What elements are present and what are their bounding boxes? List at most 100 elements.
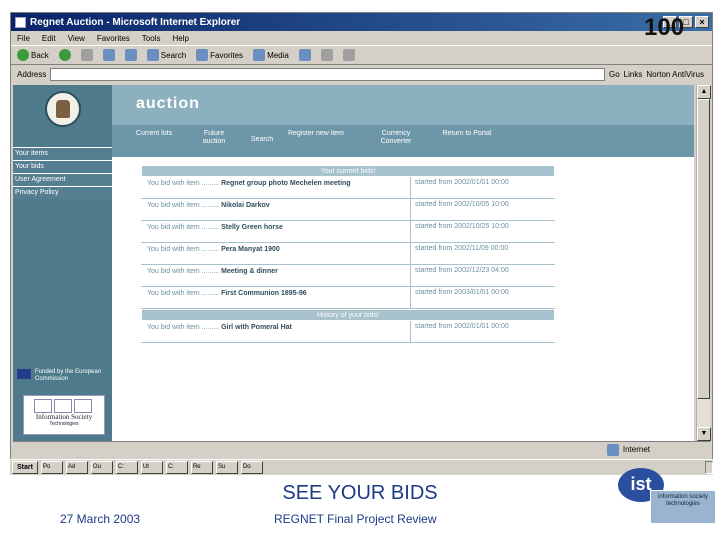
task-button[interactable]: Do [240,461,263,474]
window-title: Regnet Auction - Microsoft Internet Expl… [30,16,241,28]
menu-bar: File Edit View Favorites Tools Help [11,31,712,45]
menu-tools[interactable]: Tools [142,34,161,43]
task-button[interactable]: C: [165,461,188,474]
bid-item-link[interactable]: Regnet group photo Mechelen meeting [221,180,351,187]
search-button[interactable]: Search [146,49,187,61]
links-button[interactable]: Links [624,70,643,79]
sidebar-item-user-agreement[interactable]: User Agreement [13,173,112,186]
print-icon[interactable] [342,49,355,61]
search-label: Search [160,50,187,60]
bid-item-link[interactable]: Girl with Pomeral Hat [221,324,292,331]
eu-funding-note: Funded by the European Commission [35,369,102,382]
bid-prefix: You bid with item ......... [147,202,220,209]
bid-item: You bid with item ......... Nikolai Dark… [141,199,411,220]
status-bar: Internet [13,441,710,457]
media-label: Media [267,50,289,60]
web-page: Your items Your bids User Agreement Priv… [13,85,694,441]
menu-view[interactable]: View [68,34,85,43]
menu-file[interactable]: File [17,34,30,43]
sidebar-item-privacy-policy[interactable]: Privacy Policy [13,186,112,199]
media-button[interactable]: Media [253,49,289,61]
stop-icon[interactable] [80,49,93,61]
table-row: You bid with item ......... Regnet group… [141,177,555,199]
go-button[interactable]: Go [609,70,620,79]
nav-register-new-item[interactable]: Register new item [284,130,348,138]
page-header: auction [112,85,694,125]
nav-currency-converter[interactable]: Currency Converter [368,130,424,146]
address-label: Address [17,69,47,79]
forward-arrow-icon[interactable] [58,49,71,61]
back-button[interactable]: Back [17,49,49,61]
scroll-thumb[interactable] [697,99,710,399]
ie-icon [15,16,26,28]
task-button[interactable]: Po [40,461,63,474]
presentation-slide: Regnet Auction - Microsoft Internet Expl… [0,0,720,540]
sidebar-item-your-items[interactable]: Your items [13,147,112,160]
bid-item-link[interactable]: Nikolai Darkov [221,202,270,209]
nav-current-lots[interactable]: Current lots [132,130,176,138]
address-field[interactable] [50,67,605,81]
star-icon [196,49,209,61]
ist-banner-sub: Technologies [49,421,79,427]
nav-return-to-portal[interactable]: Return to Portal [442,130,492,138]
menu-help[interactable]: Help [172,34,188,43]
title-bar: Regnet Auction - Microsoft Internet Expl… [11,13,712,31]
bid-item: You bid with item ......... Meeting & di… [141,265,411,286]
bid-item: You bid with item ......... Pera Manyat … [141,243,411,264]
bid-started: started from 2003/01/01 00:00 [415,289,509,296]
back-label: Back [31,50,49,60]
task-button[interactable]: Ou [90,461,113,474]
bid-item: You bid with item ......... Girl with Po… [141,321,411,342]
table-row: You bid with item ......... Nikolai Dark… [141,199,555,221]
table-row: You bid with item ......... Girl with Po… [141,321,555,343]
favorites-label: Favorites [210,50,244,60]
browser-window: Regnet Auction - Microsoft Internet Expl… [10,12,713,460]
bid-item-link[interactable]: Stelly Green horse [221,224,283,231]
globe-icon [606,443,619,456]
home-icon[interactable] [124,49,137,61]
toolbar: Back Search Favorites Media [11,45,712,65]
bid-prefix: You bid with item ......... [147,268,220,275]
start-button[interactable]: Start [12,461,38,474]
status-zone: Internet [622,445,650,454]
menu-favorites[interactable]: Favorites [97,34,130,43]
scroll-up-icon[interactable]: ▲ [697,85,711,99]
refresh-icon[interactable] [102,49,115,61]
bid-item-link[interactable]: Pera Manyat 1900 [221,246,280,253]
history-icon[interactable] [298,49,311,61]
ist-pictograms [24,396,104,413]
task-button[interactable]: Ut [140,461,163,474]
back-arrow-icon [17,49,29,61]
bid-item-link[interactable]: Meeting & dinner [221,268,278,275]
task-button[interactable]: Re [190,461,213,474]
scroll-down-icon[interactable]: ▼ [697,427,711,441]
table-row: You bid with item ......... Meeting & di… [141,265,555,287]
task-button[interactable]: Ad [65,461,88,474]
table-row: You bid with item ......... Pera Manyat … [141,243,555,265]
sidebar-item-your-bids[interactable]: Your bids [13,160,112,173]
close-button[interactable]: × [695,16,709,28]
history-header: History of your bids! [141,309,555,321]
current-bids-header: Your current bids! [141,165,555,177]
menu-edit[interactable]: Edit [42,34,56,43]
bid-started: started from 2002/10/25 10:00 [415,223,509,230]
ist-banner[interactable]: Information Society Technologies [23,395,105,435]
nav-future-auction[interactable]: Future auction [192,130,236,146]
norton-button[interactable]: Norton AntiVirus [646,70,712,79]
search-icon [146,49,159,61]
left-panel: Your items Your bids User Agreement Priv… [13,85,112,441]
windows-taskbar: Start Po Ad Ou C: Ut C: Re Su Do [10,459,713,475]
task-button[interactable]: C: [115,461,138,474]
table-row: You bid with item ......... Stelly Green… [141,221,555,243]
vertical-scrollbar[interactable]: ▲ ▼ [696,85,711,441]
task-button[interactable]: Su [215,461,238,474]
bid-item-link[interactable]: First Communion 1895-96 [221,290,307,297]
bid-prefix: You bid with item ......... [147,324,220,331]
nav-search[interactable]: Search [242,136,282,144]
favorites-button[interactable]: Favorites [196,49,243,61]
footer-title: REGNET Final Project Review [274,512,437,526]
slide-heading: SEE YOUR BIDS [282,482,438,504]
bid-item: You bid with item ......... First Commun… [141,287,411,308]
bid-started: started from 2002/12/23 04:00 [415,267,509,274]
mail-icon[interactable] [320,49,333,61]
